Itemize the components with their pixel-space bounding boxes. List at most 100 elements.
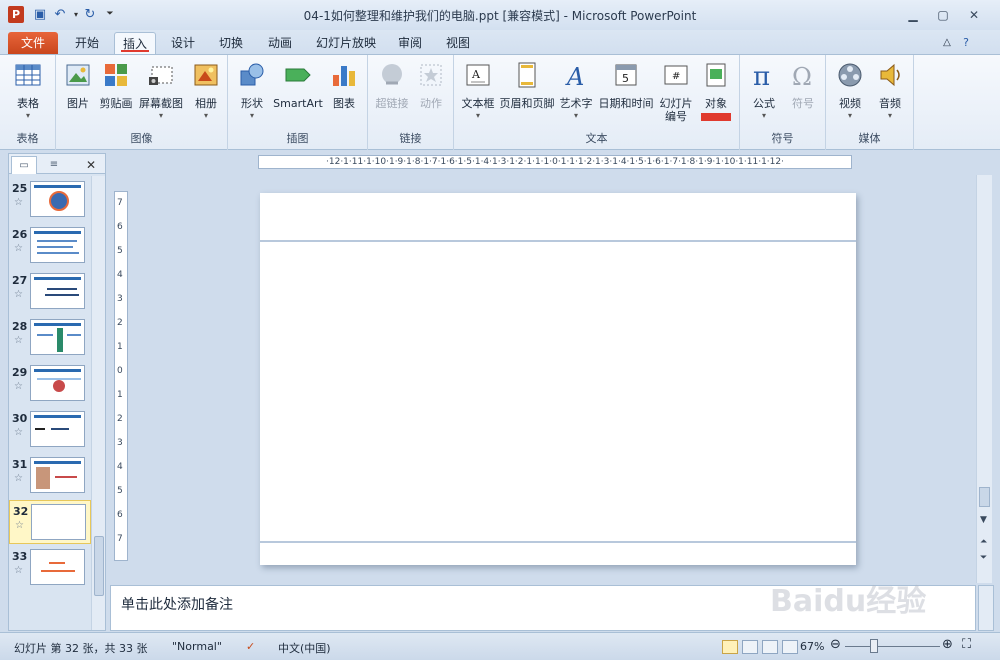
group-label: 符号	[771, 132, 794, 145]
shapes-button[interactable]: 形状 ▾	[234, 61, 270, 121]
spellcheck-icon[interactable]: ✓	[246, 640, 255, 653]
transition-star-icon: ☆	[15, 520, 24, 531]
slide-thumbnail-29[interactable]: 29 ☆	[9, 362, 91, 406]
transition-star-icon: ☆	[14, 289, 23, 300]
ruler-tick-label: 3	[117, 438, 123, 448]
tab-animations[interactable]: 动画	[258, 32, 302, 54]
dropdown-arrow-icon: ▾	[573, 111, 578, 120]
tab-slideshow[interactable]: 幻灯片放映	[308, 32, 384, 54]
hyperlink-label: 超链接	[375, 97, 409, 110]
slide-canvas[interactable]	[260, 193, 856, 565]
clipart-icon	[105, 64, 127, 86]
table-button[interactable]: 表格 ▾	[4, 61, 52, 121]
textbox-icon: A	[466, 64, 490, 86]
slide-thumbnail-27[interactable]: 27 ☆	[9, 270, 91, 314]
zoom-slider-knob[interactable]	[870, 639, 878, 653]
video-button[interactable]: 视频 ▾	[830, 61, 870, 121]
slide-thumbnail-25[interactable]: 25 ☆	[9, 178, 91, 222]
tab-file[interactable]: 文件	[8, 32, 58, 54]
help-icon[interactable]: ?	[958, 32, 974, 54]
ruler-tick-label: 5	[117, 486, 123, 496]
vertical-ruler: 7 6 5 4 3 2 1 0 1 2 3 4 5 6 7	[114, 191, 128, 561]
previous-slide-icon[interactable]: ⏶	[980, 537, 987, 547]
close-panel-icon[interactable]: ✕	[79, 156, 103, 174]
slide-number: 25	[12, 182, 28, 195]
photo-album-button[interactable]: 相册 ▾	[188, 61, 224, 121]
tab-transitions[interactable]: 切换	[210, 32, 252, 54]
outline-tab-icon[interactable]: ≡	[41, 156, 67, 174]
screenshot-button[interactable]: 屏幕截图 ▾	[136, 61, 186, 121]
picture-button[interactable]: 图片	[60, 61, 96, 111]
symbol-button[interactable]: Ω 符号	[784, 61, 822, 111]
reading-view-icon[interactable]	[762, 640, 778, 654]
object-label: 对象	[705, 97, 727, 110]
zoom-out-icon[interactable]: ⊖	[830, 637, 841, 652]
scroll-down-icon[interactable]: ▼	[980, 515, 987, 525]
collapse-ribbon-icon[interactable]: △	[940, 32, 954, 54]
date-time-button[interactable]: 5 日期和时间	[596, 61, 656, 111]
svg-text:Ω: Ω	[792, 63, 812, 89]
transition-star-icon: ☆	[14, 473, 23, 484]
language-status[interactable]: 中文(中国)	[278, 640, 331, 656]
hyperlink-button[interactable]: 超链接	[372, 61, 412, 111]
zoom-slider-track[interactable]	[845, 646, 940, 647]
zoom-in-icon[interactable]: ⊕	[942, 637, 953, 652]
slide-thumbnail-28[interactable]: 28 ☆	[9, 316, 91, 360]
editor-scrollbar[interactable]: ▼ ⏶ ⏷	[976, 175, 992, 583]
slide-thumbnail-33[interactable]: 33 ☆	[9, 546, 91, 590]
group-media: 视频 ▾ 音频 ▾ 媒体	[826, 55, 914, 150]
fit-to-window-icon[interactable]: ⛶	[962, 637, 971, 652]
tab-home[interactable]: 开始	[64, 32, 110, 54]
slide-sorter-view-icon[interactable]	[742, 640, 758, 654]
slide-number: 33	[12, 550, 28, 563]
clipart-button[interactable]: 剪贴画	[96, 61, 136, 111]
close-icon[interactable]: ✕	[966, 8, 982, 22]
chart-button[interactable]: 图表	[326, 61, 362, 111]
slideshow-view-icon[interactable]	[782, 640, 798, 654]
ruler-tick-label: 3	[117, 294, 123, 304]
textbox-button[interactable]: A 文本框 ▾	[458, 61, 498, 121]
scrollbar-thumb[interactable]	[979, 487, 990, 507]
action-button[interactable]: 动作	[412, 61, 450, 111]
slide-top-divider	[260, 240, 856, 242]
shapes-label: 形状	[241, 97, 263, 110]
wordart-button[interactable]: A 艺术字 ▾	[556, 61, 596, 121]
tab-design[interactable]: 设计	[162, 32, 204, 54]
shapes-icon	[240, 63, 264, 86]
maximize-icon[interactable]: ▢	[935, 8, 951, 22]
scrollbar-thumb[interactable]	[94, 536, 104, 596]
equation-button[interactable]: π 公式 ▾	[744, 61, 784, 121]
audio-button[interactable]: 音频 ▾	[870, 61, 910, 121]
group-label: 图像	[130, 132, 153, 145]
smartart-label: SmartArt	[273, 97, 323, 110]
transition-star-icon: ☆	[14, 427, 23, 438]
notes-scrollbar[interactable]	[978, 585, 994, 631]
slide-thumbnail-30[interactable]: 30 ☆	[9, 408, 91, 452]
picture-icon	[66, 64, 90, 86]
thumbnails-scrollbar[interactable]	[91, 176, 105, 630]
zoom-level[interactable]: 67%	[800, 640, 824, 653]
slides-tab-icon[interactable]: ▭	[11, 156, 37, 174]
video-label: 视频	[839, 97, 861, 110]
object-icon	[706, 63, 726, 87]
next-slide-icon[interactable]: ⏷	[980, 553, 987, 563]
theme-name-status[interactable]: "Normal"	[172, 640, 222, 653]
header-footer-button[interactable]: 页眉和页脚	[498, 61, 556, 111]
object-button[interactable]: 对象	[698, 61, 734, 121]
slide-editor: ·12·1·11·1·10·1·9·1·8·1·7·1·6·1·5·1·4·1·…	[110, 153, 994, 583]
smartart-button[interactable]: SmartArt	[272, 61, 324, 111]
slide-thumbnail-26[interactable]: 26 ☆	[9, 224, 91, 268]
audio-icon	[880, 63, 900, 87]
dropdown-arrow-icon: ▾	[887, 111, 892, 120]
slide-number-button[interactable]: # 幻灯片 编号	[656, 61, 696, 123]
slide-thumbnail-31[interactable]: 31 ☆	[9, 454, 91, 498]
ruler-tick-label: 6	[117, 510, 123, 520]
screenshot-icon	[149, 66, 173, 85]
slide-thumbnail-32[interactable]: 32 ☆	[9, 500, 91, 544]
tab-insert[interactable]: 插入	[114, 32, 156, 54]
tab-view[interactable]: 视图	[436, 32, 480, 54]
dropdown-arrow-icon: ▾	[761, 111, 766, 120]
normal-view-icon[interactable]	[722, 640, 738, 654]
minimize-icon[interactable]: ▁	[905, 8, 921, 22]
tab-review[interactable]: 审阅	[390, 32, 430, 54]
